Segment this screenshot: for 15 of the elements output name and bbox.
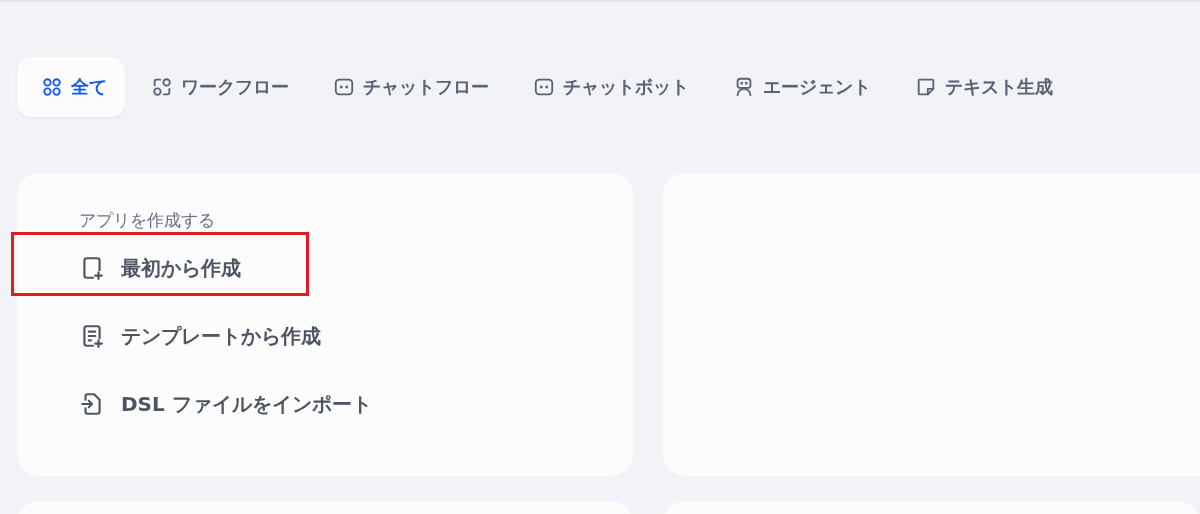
grid-icon [41, 76, 63, 98]
card-heading: アプリを作成する [79, 209, 216, 232]
create-option[interactable]: 最初から作成 [79, 246, 241, 290]
workflow-icon [151, 76, 173, 98]
category-tab[interactable]: エージェント [709, 57, 889, 117]
create-option[interactable]: DSL ファイルをインポート [79, 382, 372, 426]
category-tab[interactable]: 全て [17, 57, 125, 117]
category-tab[interactable]: ワークフロー [127, 57, 307, 117]
chat-icon [533, 76, 555, 98]
chat-icon [333, 76, 355, 98]
category-tab[interactable]: チャットフロー [309, 57, 507, 117]
create-option[interactable]: テンプレートから作成 [79, 314, 321, 358]
category-tab[interactable]: テキスト生成 [891, 57, 1071, 117]
category-tab[interactable]: チャットボット [509, 57, 707, 117]
note-icon [915, 76, 937, 98]
